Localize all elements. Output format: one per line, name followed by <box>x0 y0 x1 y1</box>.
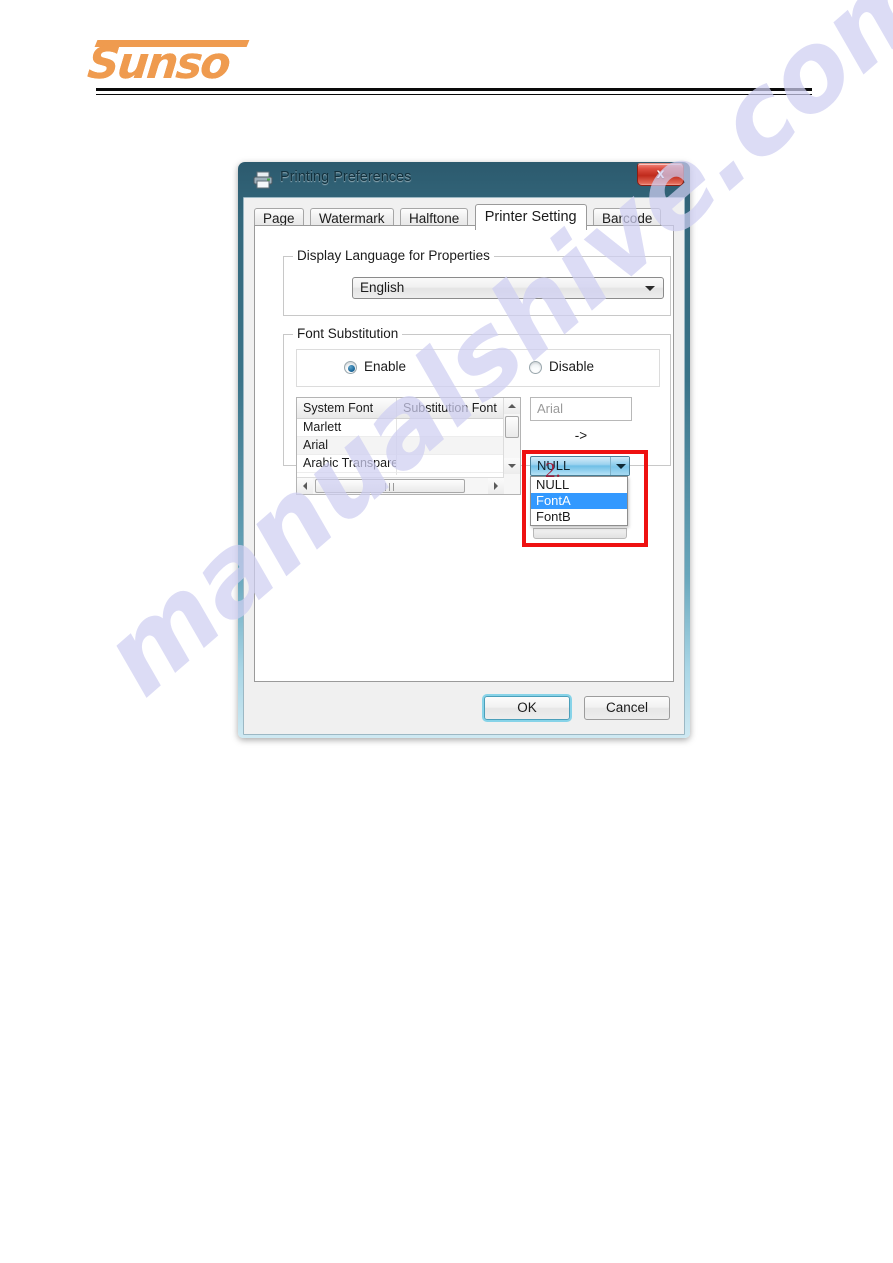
header-rule-thin <box>96 94 812 95</box>
scrollbar-grip-icon <box>385 483 396 491</box>
cell-system-font: Arabic Transparent <box>297 455 397 473</box>
cell-substitution-font <box>397 437 504 455</box>
table-row[interactable]: Arabic Transparent <box>297 455 504 473</box>
cell-substitution-font <box>397 455 504 473</box>
cancel-button[interactable]: Cancel <box>584 696 670 720</box>
chevron-down-icon <box>616 464 626 469</box>
window-titlebar[interactable]: Printing Preferences x <box>243 163 685 197</box>
tabstrip: Page Watermark Halftone Printer Setting … <box>254 204 684 250</box>
grid-vertical-scrollbar[interactable] <box>503 398 520 494</box>
font-substitution-grid[interactable]: System Font Substitution Font Marlett Ar… <box>296 397 521 495</box>
display-language-groupbox: Display Language for Properties English <box>283 248 671 316</box>
cell-system-font: Arial Baltic <box>297 473 397 475</box>
ok-button[interactable]: OK <box>484 696 570 720</box>
table-row[interactable]: Marlett <box>297 419 504 437</box>
step-annotation-2: 2. <box>545 458 561 482</box>
close-icon: x <box>656 165 665 181</box>
brand-logo: Sunso <box>85 38 232 89</box>
printing-preferences-window: Printing Preferences x Page Watermark Ha… <box>238 162 690 738</box>
scroll-up-icon[interactable] <box>504 398 520 414</box>
substitution-combo-button[interactable] <box>610 457 629 475</box>
close-button[interactable]: x <box>637 163 684 186</box>
cell-system-font: Arial <box>297 437 397 455</box>
cell-system-font: Marlett <box>297 419 397 437</box>
radio-dot-icon <box>344 361 357 374</box>
window-title: Printing Preferences <box>280 169 412 185</box>
scroll-down-icon[interactable] <box>504 458 520 474</box>
font-substitution-radio-row: Enable Disable <box>296 349 660 387</box>
scroll-left-icon[interactable] <box>297 478 313 494</box>
chevron-down-icon <box>645 286 655 291</box>
cell-substitution-font <box>397 473 504 475</box>
font-grid-rows: Marlett Arial Arabic Transparent <box>297 419 504 475</box>
column-header-substitution-font[interactable]: Substitution Font <box>397 398 504 418</box>
font-substitution-groupbox: Font Substitution Enable Disable System … <box>283 326 671 547</box>
substitution-font-dropdown-list[interactable]: NULL FontA FontB <box>530 476 628 526</box>
display-language-value: English <box>360 280 405 295</box>
font-grid-panel: System Font Substitution Font Marlett Ar… <box>296 397 521 495</box>
grid-horizontal-scrollbar[interactable] <box>297 477 504 494</box>
table-row-selected[interactable]: Arial <box>297 437 504 455</box>
tab-printer-setting[interactable]: Printer Setting <box>474 204 587 230</box>
font-substitution-group-title: Font Substitution <box>293 326 403 341</box>
header-rule-thick <box>96 88 812 91</box>
printer-icon <box>253 171 273 189</box>
radio-dot-icon <box>529 361 542 374</box>
dropdown-list-footer <box>533 528 627 539</box>
substitution-arrow-label: -> <box>574 428 588 443</box>
display-language-combobox[interactable]: English <box>352 277 664 299</box>
display-language-group-title: Display Language for Properties <box>293 248 494 263</box>
column-header-system-font[interactable]: System Font <box>297 398 397 418</box>
window-client-area: Page Watermark Halftone Printer Setting … <box>243 197 685 735</box>
radio-enable-label: Enable <box>364 359 407 374</box>
radio-disable-label: Disable <box>549 359 595 374</box>
horizontal-scrollbar-thumb[interactable] <box>315 479 465 493</box>
dropdown-option-fonta[interactable]: FontA <box>531 493 627 509</box>
cell-substitution-font <box>397 419 504 437</box>
table-row[interactable]: Arial Baltic <box>297 473 504 475</box>
selected-system-font-field[interactable]: Arial <box>530 397 632 421</box>
dropdown-option-fontb[interactable]: FontB <box>531 509 627 525</box>
font-grid-header: System Font Substitution Font <box>297 398 520 419</box>
tab-panel-printer-setting: Display Language for Properties English … <box>254 225 674 682</box>
page-header: Sunso <box>0 0 893 110</box>
vertical-scrollbar-thumb[interactable] <box>505 416 519 438</box>
selected-system-font-value: Arial <box>537 401 564 416</box>
scroll-right-icon[interactable] <box>488 478 504 494</box>
